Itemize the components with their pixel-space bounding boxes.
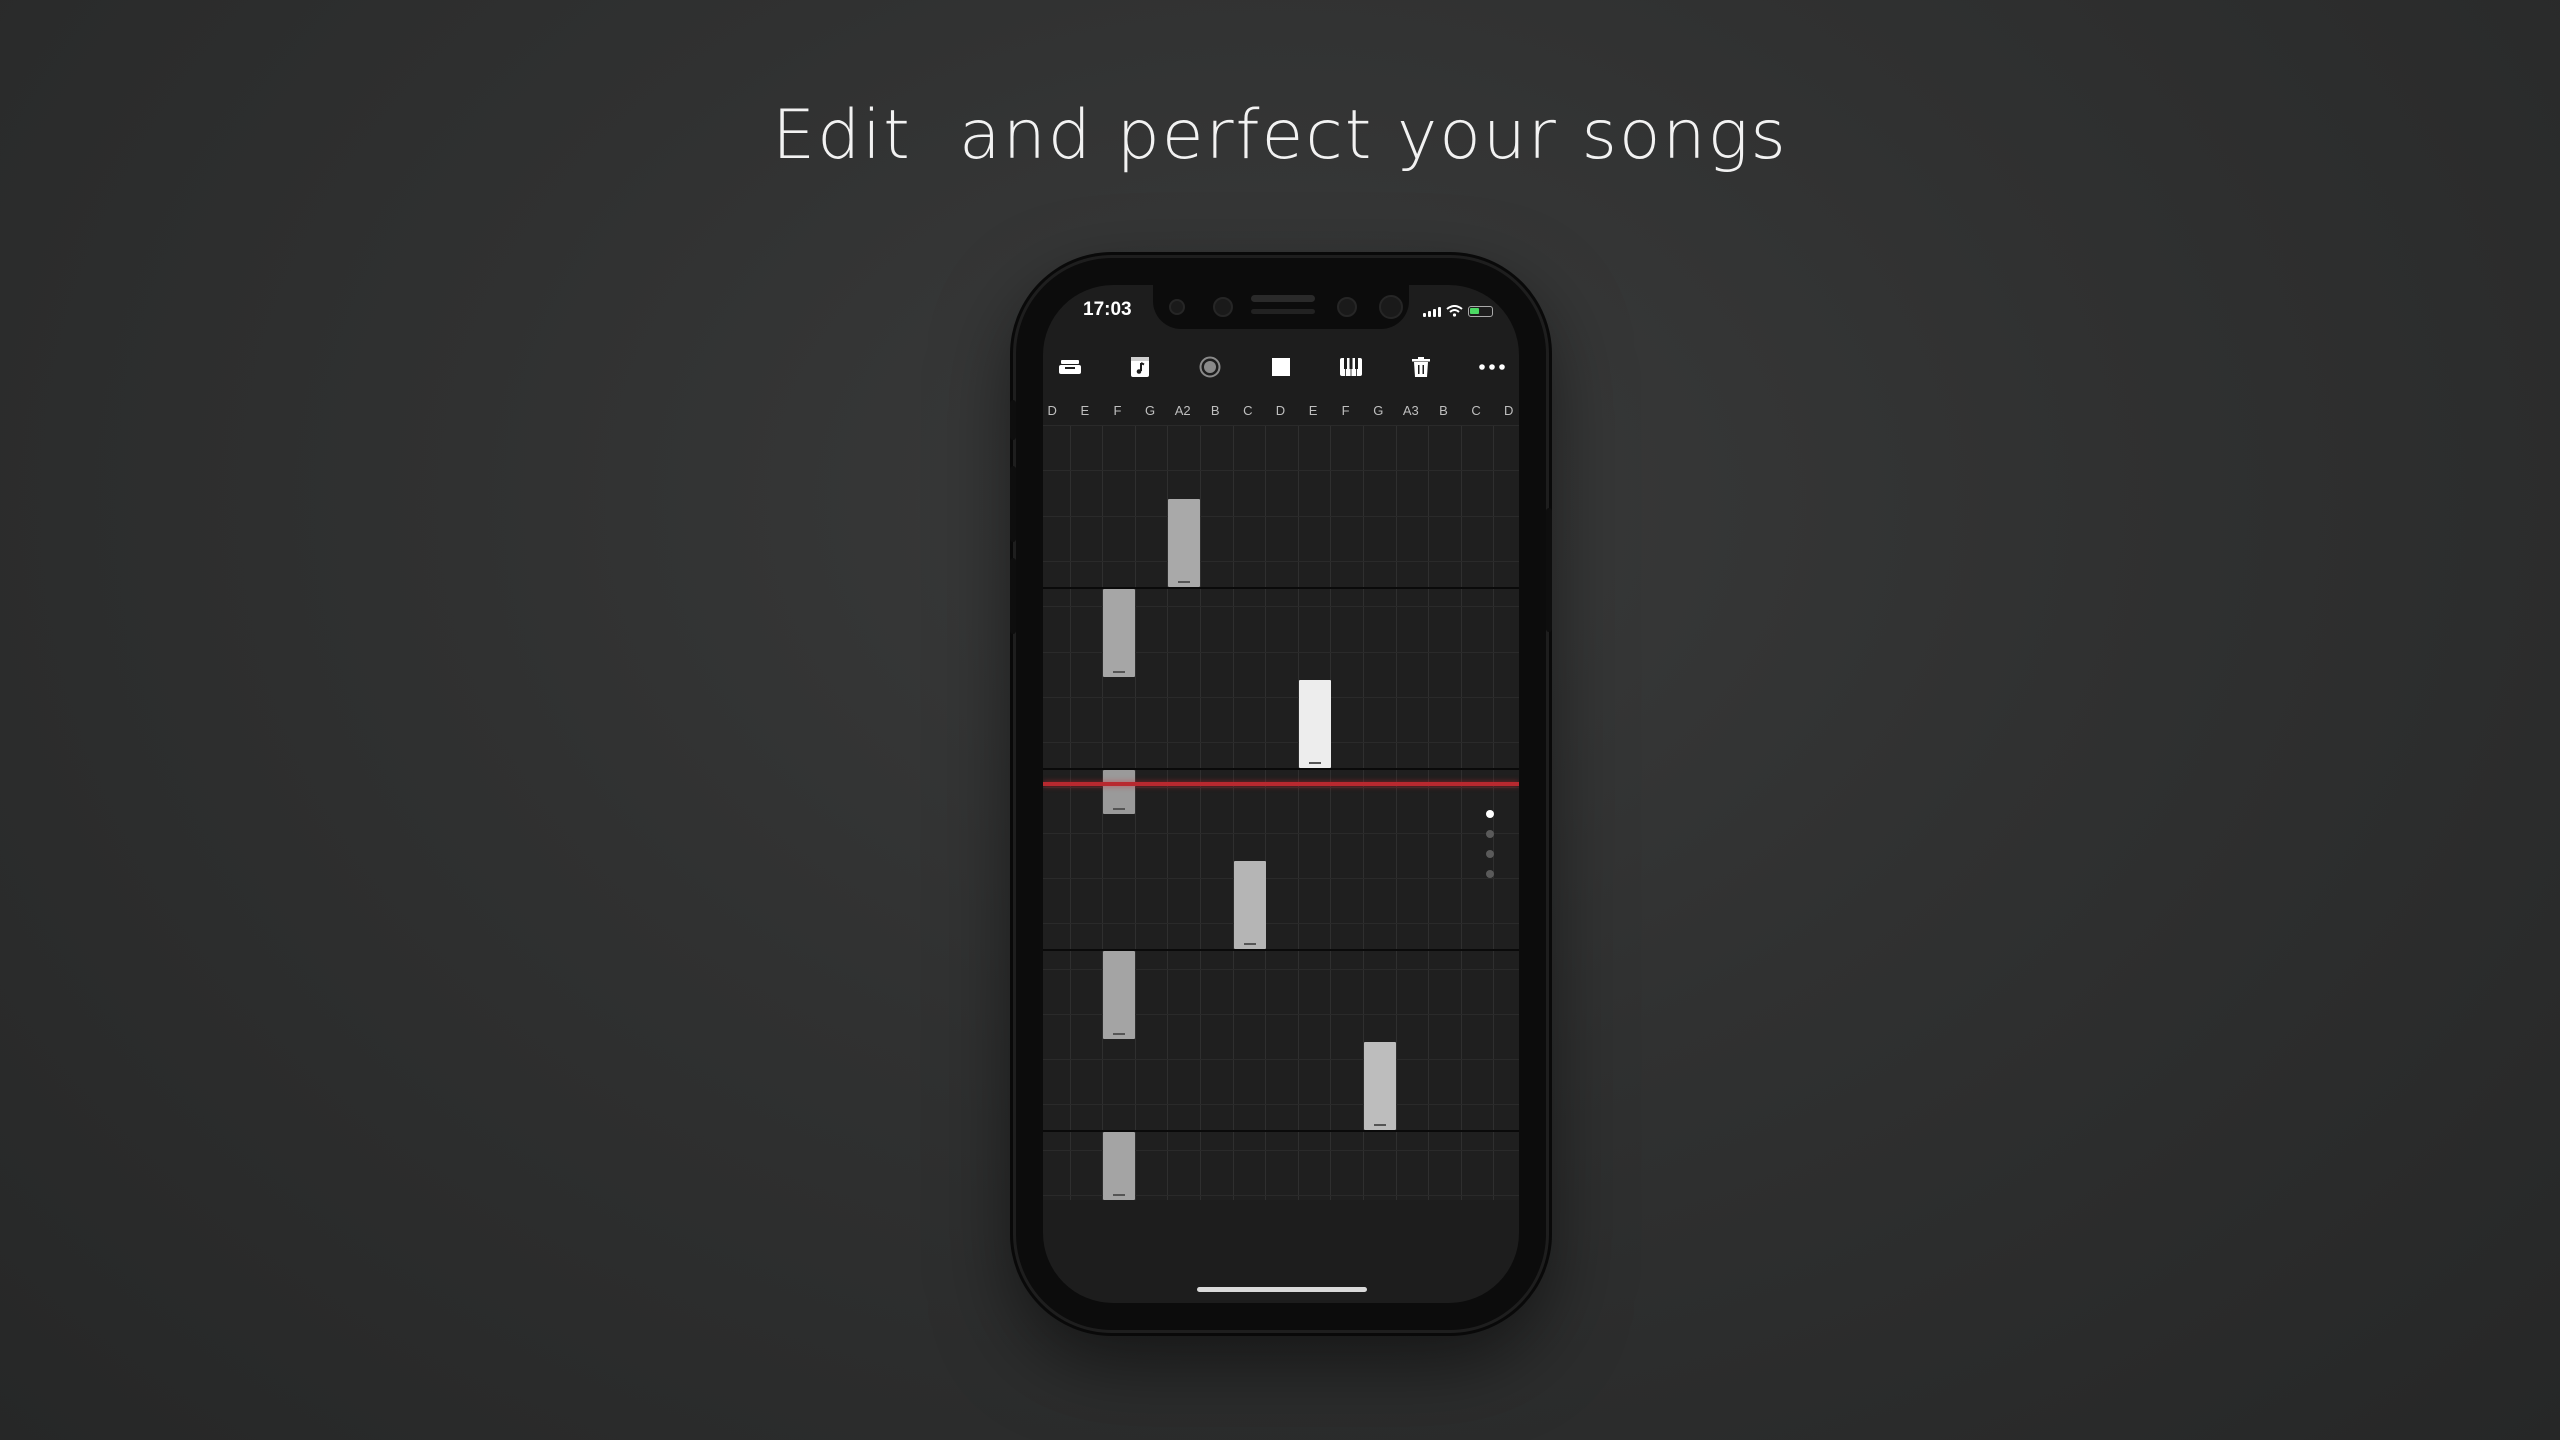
piano-keys-icon: [1340, 358, 1362, 376]
wifi-icon: [1446, 305, 1463, 317]
note-block[interactable]: [1103, 951, 1136, 1039]
note-length-handle[interactable]: [1113, 808, 1126, 810]
note-length-handle[interactable]: [1308, 762, 1321, 764]
note-block[interactable]: [1103, 770, 1136, 814]
note-length-handle[interactable]: [1178, 581, 1191, 583]
grid-row-line: [1043, 470, 1519, 471]
note-length-handle[interactable]: [1113, 1033, 1126, 1035]
piano-roll-grid[interactable]: [1043, 425, 1519, 1200]
grid-column-line: [1265, 425, 1267, 1200]
note-label: A2: [1174, 403, 1191, 418]
more-dots-icon: [1479, 364, 1505, 370]
page-indicator-dot[interactable]: [1486, 870, 1494, 878]
note-label: C: [1243, 403, 1253, 418]
page-indicator-dot[interactable]: [1486, 850, 1494, 858]
note-label: B: [1210, 403, 1220, 418]
volume-up-button: [1010, 466, 1016, 542]
power-button: [1546, 508, 1552, 632]
note-label: E: [1308, 403, 1318, 418]
note-block[interactable]: [1168, 499, 1201, 587]
piano-button[interactable]: [1331, 347, 1371, 387]
music-note-doc-icon: [1131, 357, 1149, 377]
note-block[interactable]: [1103, 1132, 1136, 1200]
note-length-handle[interactable]: [1113, 1194, 1126, 1196]
note-label: F: [1113, 403, 1122, 418]
phone-frame: 17:03 D E F G A2 B C D E F G A3 B C D: [1010, 258, 1552, 1330]
front-camera: [1169, 299, 1185, 315]
grid-row-line: [1043, 833, 1519, 834]
note-label: D: [1275, 403, 1286, 418]
note-label: F: [1341, 403, 1350, 418]
home-indicator[interactable]: [1197, 1287, 1367, 1292]
sensor: [1251, 309, 1315, 314]
grid-row-line: [1043, 561, 1519, 562]
mute-switch: [1010, 400, 1016, 440]
note-label: G: [1373, 403, 1384, 418]
grid-column-line: [1069, 425, 1071, 1200]
note-length-handle[interactable]: [1374, 1124, 1386, 1126]
note-length-handle[interactable]: [1113, 671, 1126, 673]
toolbar: [1043, 347, 1519, 387]
playhead[interactable]: [1043, 782, 1519, 786]
grid-row-line: [1043, 516, 1519, 517]
grid-row-line: [1043, 1059, 1519, 1060]
note-label: D: [1503, 403, 1514, 418]
note-label: E: [1080, 403, 1090, 418]
grid-row-line: [1043, 742, 1519, 743]
note-length-handle[interactable]: [1243, 943, 1256, 945]
grid-row-line: [1043, 697, 1519, 698]
app-screen: 17:03 D E F G A2 B C D E F G A3 B C D: [1043, 285, 1519, 1303]
note-header-row: D E F G A2 B C D E F G A3 B C D: [1043, 403, 1519, 425]
page-indicator-dot[interactable]: [1486, 830, 1494, 838]
flood-illuminator: [1379, 295, 1403, 319]
note-block[interactable]: [1103, 589, 1136, 677]
status-icons: [1423, 305, 1493, 317]
trash-icon: [1412, 357, 1430, 377]
note-label: C: [1471, 403, 1481, 418]
note-block[interactable]: [1364, 1042, 1396, 1130]
record-button[interactable]: [1190, 347, 1230, 387]
grid-column-line: [1200, 425, 1201, 1200]
grid-row-line: [1043, 1104, 1519, 1105]
notch: [1153, 285, 1409, 329]
battery-charging-icon: [1468, 306, 1493, 317]
more-button[interactable]: [1472, 347, 1512, 387]
note-label: G: [1144, 403, 1156, 418]
proximity-sensor: [1337, 297, 1357, 317]
stop-button[interactable]: [1261, 347, 1301, 387]
note-block[interactable]: [1233, 861, 1266, 949]
grid-column-line: [1297, 425, 1299, 1200]
library-button[interactable]: [1050, 347, 1090, 387]
grid-column-line: [1330, 425, 1332, 1200]
song-button[interactable]: [1120, 347, 1160, 387]
note-block[interactable]: [1298, 680, 1331, 768]
cellular-signal-icon: [1423, 307, 1441, 317]
note-label: B: [1439, 403, 1448, 418]
status-time: 17:03: [1083, 299, 1132, 320]
tray-icon: [1059, 360, 1081, 374]
grid-row-line: [1043, 878, 1519, 879]
front-sensor: [1213, 297, 1233, 317]
note-label: A3: [1402, 403, 1419, 418]
grid-column-line: [1232, 425, 1234, 1200]
page-indicator-dot[interactable]: [1486, 810, 1494, 818]
grid-row-line: [1043, 425, 1519, 426]
volume-down-button: [1010, 558, 1016, 634]
grid-column-line: [1460, 425, 1462, 1200]
record-icon: [1199, 356, 1221, 378]
stop-icon: [1272, 358, 1290, 376]
grid-row-line: [1043, 923, 1519, 924]
delete-button[interactable]: [1401, 347, 1441, 387]
speaker-grille: [1251, 295, 1315, 302]
note-label: D: [1047, 403, 1057, 418]
grid-column-line: [1428, 425, 1430, 1200]
headline: Edit and perfect your songs: [772, 96, 1788, 175]
